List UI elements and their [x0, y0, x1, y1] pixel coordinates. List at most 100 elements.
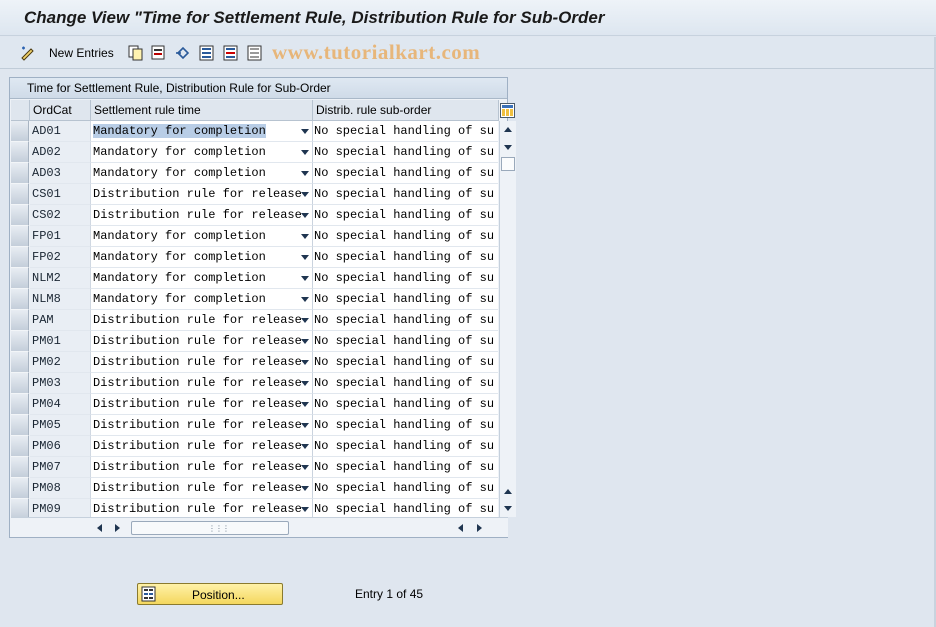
- dropdown-arrow-icon[interactable]: [301, 465, 309, 470]
- settlement-rule-dropdown[interactable]: Distribution rule for release: [91, 310, 313, 331]
- row-selector[interactable]: [11, 205, 29, 226]
- dropdown-arrow-icon[interactable]: [301, 444, 309, 449]
- row-selector[interactable]: [11, 373, 29, 394]
- row-selector[interactable]: [11, 436, 29, 457]
- horizontal-scrollbar[interactable]: ⋮⋮⋮: [11, 517, 508, 537]
- distrib-rule-field[interactable]: No special handling of su: [313, 247, 498, 268]
- undo-icon[interactable]: [175, 44, 191, 62]
- dropdown-arrow-icon[interactable]: [301, 381, 309, 386]
- row-selector[interactable]: [11, 184, 29, 205]
- settlement-rule-dropdown[interactable]: Distribution rule for release: [91, 457, 313, 478]
- table-settings-icon[interactable]: [500, 103, 515, 118]
- settlement-rule-dropdown[interactable]: Mandatory for completion: [91, 226, 313, 247]
- dropdown-arrow-icon[interactable]: [301, 129, 309, 134]
- distrib-rule-field[interactable]: No special handling of su: [313, 415, 498, 436]
- dropdown-arrow-icon[interactable]: [301, 150, 309, 155]
- new-entries-button[interactable]: New Entries: [49, 44, 114, 62]
- table-row[interactable]: FP02 Mandatory for completion No special h…: [11, 247, 498, 268]
- scroll-up-arrow-icon[interactable]: [504, 127, 512, 132]
- settlement-rule-dropdown[interactable]: Distribution rule for release: [91, 184, 313, 205]
- column-header-settlement-rule-time[interactable]: Settlement rule time: [91, 100, 313, 121]
- deselect-all-icon[interactable]: [247, 44, 263, 62]
- dropdown-arrow-icon[interactable]: [301, 318, 309, 323]
- table-row[interactable]: PM07 Distribution rule for release No spec…: [11, 457, 498, 478]
- distrib-rule-field[interactable]: No special handling of su: [313, 142, 498, 163]
- settlement-rule-dropdown[interactable]: Distribution rule for release: [91, 436, 313, 457]
- distrib-rule-field[interactable]: No special handling of su: [313, 436, 498, 457]
- distrib-rule-field[interactable]: No special handling of su: [313, 373, 498, 394]
- table-row[interactable]: PM08 Distribution rule for release No spec…: [11, 478, 498, 499]
- row-selector[interactable]: [11, 121, 29, 142]
- row-selector[interactable]: [11, 310, 29, 331]
- table-row[interactable]: FP01 Mandatory for completion No special h…: [11, 226, 498, 247]
- dropdown-arrow-icon[interactable]: [301, 255, 309, 260]
- page-up-arrow-icon[interactable]: [504, 489, 512, 494]
- table-row[interactable]: PM01 Distribution rule for release No spec…: [11, 331, 498, 352]
- row-selector[interactable]: [11, 289, 29, 310]
- dropdown-arrow-icon[interactable]: [301, 507, 309, 512]
- table-row[interactable]: AD01 Mandatory for completion No special h…: [11, 121, 498, 142]
- row-selector[interactable]: [11, 226, 29, 247]
- row-selector[interactable]: [11, 352, 29, 373]
- dropdown-arrow-icon[interactable]: [301, 276, 309, 281]
- dropdown-arrow-icon[interactable]: [301, 213, 309, 218]
- settlement-rule-dropdown[interactable]: Distribution rule for release: [91, 331, 313, 352]
- distrib-rule-field[interactable]: No special handling of su: [313, 184, 498, 205]
- position-button[interactable]: Position...: [137, 583, 283, 605]
- scroll-left-arrow-icon[interactable]: [97, 524, 102, 532]
- dropdown-arrow-icon[interactable]: [301, 486, 309, 491]
- settlement-rule-dropdown[interactable]: Distribution rule for release: [91, 478, 313, 499]
- table-row[interactable]: CS02 Distribution rule for release No spec…: [11, 205, 498, 226]
- vertical-scrollbar[interactable]: [499, 121, 516, 517]
- copy-icon[interactable]: [128, 44, 144, 62]
- row-selector[interactable]: [11, 247, 29, 268]
- settlement-rule-dropdown[interactable]: Distribution rule for release: [91, 394, 313, 415]
- settlement-rule-dropdown[interactable]: Mandatory for completion: [91, 268, 313, 289]
- scroll-right-arrow-icon[interactable]: [115, 524, 120, 532]
- settlement-rule-dropdown[interactable]: Distribution rule for release: [91, 373, 313, 394]
- row-selector[interactable]: [11, 163, 29, 184]
- dropdown-arrow-icon[interactable]: [301, 339, 309, 344]
- dropdown-arrow-icon[interactable]: [301, 234, 309, 239]
- table-row[interactable]: PM04 Distribution rule for release No spec…: [11, 394, 498, 415]
- distrib-rule-field[interactable]: No special handling of su: [313, 163, 498, 184]
- table-row[interactable]: PM06 Distribution rule for release No spec…: [11, 436, 498, 457]
- dropdown-arrow-icon[interactable]: [301, 360, 309, 365]
- distrib-rule-field[interactable]: No special handling of su: [313, 226, 498, 247]
- row-selector[interactable]: [11, 331, 29, 352]
- distrib-rule-field[interactable]: No special handling of su: [313, 478, 498, 499]
- table-row[interactable]: AD03 Mandatory for completion No special h…: [11, 163, 498, 184]
- dropdown-arrow-icon[interactable]: [301, 192, 309, 197]
- distrib-rule-field[interactable]: No special handling of su: [313, 331, 498, 352]
- page-down-arrow-icon[interactable]: [504, 506, 512, 511]
- dropdown-arrow-icon[interactable]: [301, 423, 309, 428]
- dropdown-arrow-icon[interactable]: [301, 402, 309, 407]
- table-row[interactable]: CS01 Distribution rule for release No spec…: [11, 184, 498, 205]
- row-selector[interactable]: [11, 415, 29, 436]
- settlement-rule-dropdown[interactable]: Distribution rule for release: [91, 205, 313, 226]
- row-selector[interactable]: [11, 142, 29, 163]
- row-selector[interactable]: [11, 268, 29, 289]
- select-all-rows-corner[interactable]: [11, 100, 30, 121]
- column-header-distrib-rule[interactable]: Distrib. rule sub-order: [313, 100, 499, 121]
- dropdown-arrow-icon[interactable]: [301, 297, 309, 302]
- row-selector[interactable]: [11, 478, 29, 499]
- scroll-left-arrow-icon-2[interactable]: [458, 524, 463, 532]
- delete-icon[interactable]: [151, 44, 167, 62]
- distrib-rule-field[interactable]: No special handling of su: [313, 205, 498, 226]
- distrib-rule-field[interactable]: No special handling of su: [313, 121, 498, 142]
- settlement-rule-dropdown[interactable]: Mandatory for completion: [91, 247, 313, 268]
- settlement-rule-dropdown[interactable]: Distribution rule for release: [91, 415, 313, 436]
- distrib-rule-field[interactable]: No special handling of su: [313, 457, 498, 478]
- distrib-rule-field[interactable]: No special handling of su: [313, 268, 498, 289]
- table-row[interactable]: NLM8 Mandatory for completion No special h…: [11, 289, 498, 310]
- edit-pencil-icon[interactable]: [20, 44, 36, 62]
- settlement-rule-dropdown[interactable]: Mandatory for completion: [91, 163, 313, 184]
- row-selector[interactable]: [11, 394, 29, 415]
- settlement-rule-dropdown[interactable]: Mandatory for completion: [91, 142, 313, 163]
- distrib-rule-field[interactable]: No special handling of su: [313, 310, 498, 331]
- distrib-rule-field[interactable]: No special handling of su: [313, 352, 498, 373]
- table-row[interactable]: PM02 Distribution rule for release No spec…: [11, 352, 498, 373]
- table-row[interactable]: PM03 Distribution rule for release No spec…: [11, 373, 498, 394]
- select-all-icon[interactable]: [199, 44, 215, 62]
